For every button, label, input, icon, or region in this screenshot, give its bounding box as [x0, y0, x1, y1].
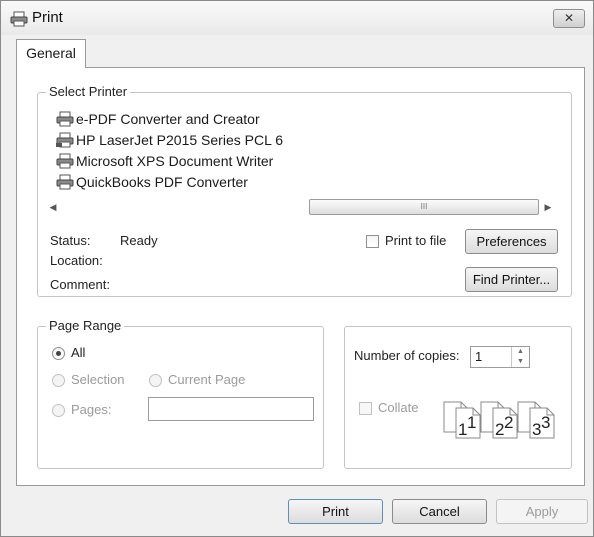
- printer-name: QuickBooks PDF Converter: [76, 174, 248, 190]
- general-tab-panel: Select Printer e-PDF Converter and Creat…: [16, 67, 585, 486]
- printer-icon: [56, 174, 74, 190]
- window-title: Print: [32, 9, 63, 26]
- printer-icon: [10, 11, 28, 27]
- current-page-label: Current Page: [168, 372, 246, 387]
- collate-page-number: 2: [504, 413, 514, 432]
- printer-item[interactable]: HP LaserJet P2015 Series PCL 6: [56, 130, 283, 150]
- close-button[interactable]: ✕: [553, 9, 585, 28]
- scroll-thumb[interactable]: III: [309, 199, 539, 215]
- cancel-button[interactable]: Cancel: [392, 499, 487, 524]
- collate-page-number: 3: [541, 413, 551, 432]
- title-bar: Print ✕: [1, 1, 593, 35]
- find-printer-button[interactable]: Find Printer...: [465, 267, 558, 292]
- current-page-radio[interactable]: [149, 374, 162, 387]
- printer-name: Microsoft XPS Document Writer: [76, 153, 274, 169]
- comment-label: Comment:: [50, 277, 110, 292]
- printer-item[interactable]: Microsoft XPS Document Writer: [56, 151, 273, 171]
- scroll-right-icon[interactable]: ▶: [539, 198, 557, 216]
- printer-item[interactable]: QuickBooks PDF Converter: [56, 172, 248, 192]
- printer-name: HP LaserJet P2015 Series PCL 6: [76, 132, 284, 148]
- status-label: Status:: [50, 233, 91, 248]
- copies-spin-buttons[interactable]: ▲ ▼: [511, 347, 529, 367]
- print-button[interactable]: Print: [288, 499, 383, 524]
- print-to-file-label: Print to file: [385, 233, 447, 248]
- page-range-label: Page Range: [46, 318, 125, 333]
- scroll-left-icon[interactable]: ◀: [44, 198, 62, 216]
- selection-radio[interactable]: [52, 374, 65, 387]
- all-label: All: [71, 345, 86, 360]
- all-radio[interactable]: [52, 347, 65, 360]
- spin-down-icon[interactable]: ▼: [512, 357, 529, 367]
- preferences-button[interactable]: Preferences: [465, 229, 558, 254]
- spin-up-icon[interactable]: ▲: [512, 347, 529, 357]
- printer-list-scrollbar[interactable]: ◀ III ▶: [44, 198, 557, 216]
- location-label: Location:: [50, 253, 103, 268]
- collate-checkbox[interactable]: [359, 402, 372, 415]
- print-to-file-checkbox[interactable]: [366, 235, 379, 248]
- printer-icon: [56, 111, 74, 127]
- network-printer-icon: [56, 132, 74, 148]
- page-range-group: Page Range All Selection Current Page Pa…: [37, 318, 324, 469]
- pages-input[interactable]: [148, 397, 314, 421]
- select-printer-group: Select Printer e-PDF Converter and Creat…: [37, 84, 572, 297]
- copies-group: Number of copies: 1 ▲ ▼ Collate 1 1 2 2 …: [344, 326, 572, 469]
- printer-item[interactable]: e-PDF Converter and Creator: [56, 109, 260, 129]
- tab-general[interactable]: General: [16, 39, 86, 68]
- selection-label: Selection: [71, 372, 125, 387]
- print-dialog: Print ✕ General Select Printer e-PDF Con…: [0, 0, 594, 537]
- apply-button[interactable]: Apply: [496, 499, 588, 524]
- pages-label: Pages:: [71, 402, 112, 417]
- printer-name: e-PDF Converter and Creator: [76, 111, 260, 127]
- collate-label: Collate: [378, 400, 419, 415]
- close-icon: ✕: [563, 11, 575, 25]
- status-value: Ready: [120, 233, 158, 248]
- collate-page-number: 1: [467, 413, 477, 432]
- pages-radio[interactable]: [52, 404, 65, 417]
- number-of-copies-label: Number of copies:: [354, 348, 460, 363]
- select-printer-label: Select Printer: [46, 84, 131, 99]
- printer-icon: [56, 153, 74, 169]
